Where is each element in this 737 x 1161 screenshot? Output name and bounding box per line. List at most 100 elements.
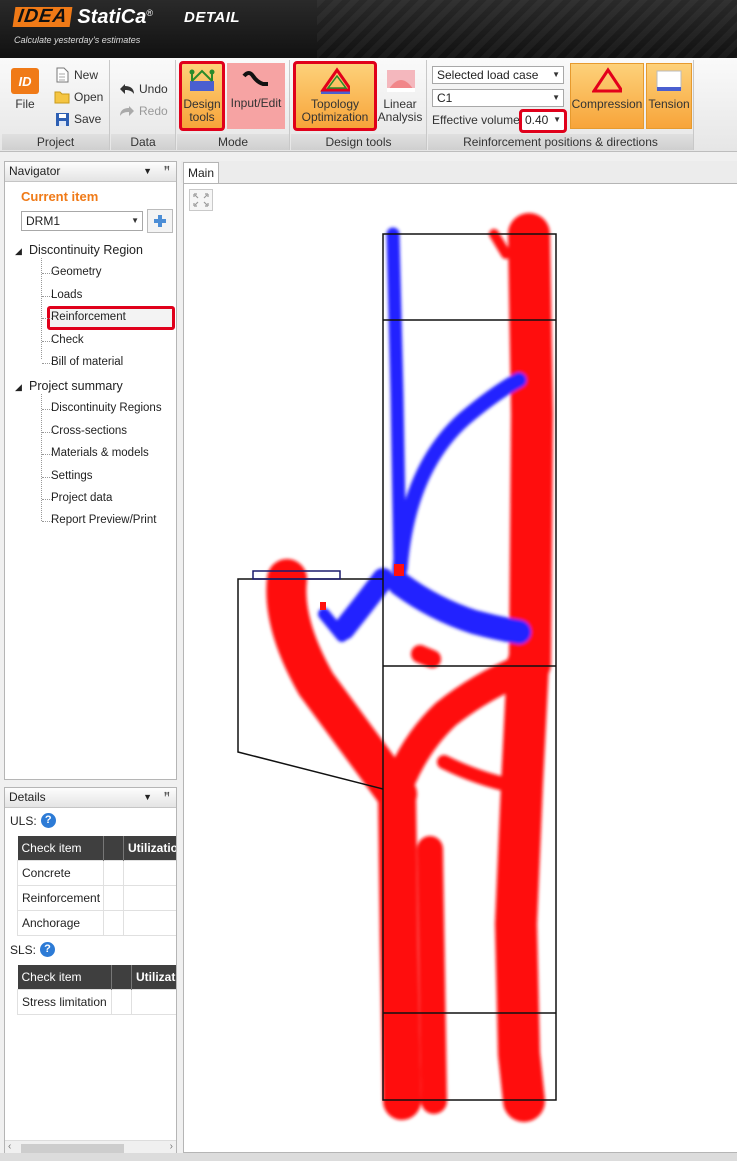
design-tools-mode-button[interactable]: Design tools xyxy=(179,61,225,131)
topology-triangle-icon xyxy=(320,66,350,96)
details-title-bar: Details ▼ ꟸ xyxy=(5,788,176,808)
effective-volume-label: Effective volume xyxy=(432,113,520,127)
tree-item-loads[interactable]: Loads xyxy=(51,289,82,301)
stress-spot xyxy=(320,602,326,610)
uls-table: Check item Utilizatio Concrete Reinforce… xyxy=(17,836,176,936)
tree-item-project-data[interactable]: Project data xyxy=(51,492,112,504)
chevron-down-icon: ▼ xyxy=(131,216,139,225)
panel-menu-icon[interactable]: ▼ xyxy=(143,788,152,807)
tree-item-reinforcement[interactable]: Reinforcement xyxy=(51,311,126,323)
group-label-project: Project xyxy=(2,134,109,150)
ribbon-toolbar: ID File New Open Save Project Undo Redo … xyxy=(0,58,737,152)
group-label-reinforcement: Reinforcement positions & directions xyxy=(428,134,693,150)
navigator-title-bar: Navigator ▼ ꟸ xyxy=(5,162,176,182)
table-cell: Reinforcement xyxy=(17,884,104,911)
group-label-data: Data xyxy=(111,134,175,150)
column-header[interactable]: Check item xyxy=(17,965,112,989)
group-label-mode: Mode xyxy=(177,134,289,150)
tree-discontinuity-region[interactable]: ◢ Discontinuity Region xyxy=(15,243,143,257)
ribbon-group-data: Undo Redo Data xyxy=(111,60,176,150)
file-button[interactable]: ID File xyxy=(4,64,46,128)
tree-item-check[interactable]: Check xyxy=(51,334,84,346)
tab-main[interactable]: Main xyxy=(183,162,219,184)
details-panel: Details ▼ ꟸ ULS: ? Check item Utilizatio… xyxy=(4,787,177,1157)
main-canvas[interactable] xyxy=(183,183,737,1153)
table-row[interactable]: Reinforcement xyxy=(17,884,176,911)
current-item-select[interactable]: DRM1 ▼ xyxy=(21,211,143,231)
table-row[interactable]: Anchorage xyxy=(17,909,176,936)
tree-item-cross-sections[interactable]: Cross-sections xyxy=(51,425,127,437)
stress-spot xyxy=(394,564,404,576)
column-header[interactable] xyxy=(103,836,124,860)
header-decoration xyxy=(317,0,737,58)
linear-analysis-button[interactable]: Linear Analysis xyxy=(377,64,423,128)
table-header-row: Check item Utilizat xyxy=(17,965,176,989)
tree-item-report-preview[interactable]: Report Preview/Print xyxy=(51,514,156,526)
help-icon[interactable]: ? xyxy=(40,813,56,828)
redo-button[interactable]: Redo xyxy=(119,102,168,120)
pin-icon[interactable]: ꟸ xyxy=(164,162,170,181)
compression-flow xyxy=(266,213,553,1122)
table-row[interactable]: Stress limitation xyxy=(17,988,176,1015)
help-icon[interactable]: ? xyxy=(40,942,56,957)
tree-item-discontinuity-regions[interactable]: Discontinuity Regions xyxy=(51,402,162,414)
effective-volume-value: 0.40 xyxy=(525,113,549,127)
tension-flow xyxy=(318,227,531,644)
svg-text:ID: ID xyxy=(19,74,33,89)
redo-icon xyxy=(119,103,135,119)
tree-connector xyxy=(41,394,42,521)
save-button[interactable]: Save xyxy=(54,110,101,128)
uls-label: ULS: xyxy=(10,813,37,828)
input-edit-icon xyxy=(241,65,271,95)
open-label: Open xyxy=(74,90,104,104)
panel-menu-icon[interactable]: ▼ xyxy=(143,162,152,181)
table-row[interactable]: Concrete xyxy=(17,859,176,886)
undo-button[interactable]: Undo xyxy=(119,80,168,98)
topology-optimization-view[interactable] xyxy=(184,184,737,1154)
sls-section-label: SLS: ? xyxy=(10,942,56,957)
load-case-mode-select[interactable]: Selected load case ▼ xyxy=(432,66,564,84)
load-case-value: C1 xyxy=(437,91,453,105)
design-tools-icon xyxy=(187,66,217,96)
expand-triangle-icon: ◢ xyxy=(15,246,22,256)
redo-label: Redo xyxy=(139,104,168,118)
column-header[interactable]: Utilizat xyxy=(131,965,176,989)
uls-section-label: ULS: ? xyxy=(10,813,56,828)
tree-item-materials-models[interactable]: Materials & models xyxy=(51,447,149,459)
input-edit-mode-button[interactable]: Input/Edit xyxy=(227,63,285,129)
tree-item-settings[interactable]: Settings xyxy=(51,470,93,482)
load-case-select[interactable]: C1 ▼ xyxy=(432,89,564,107)
pin-icon[interactable]: ꟸ xyxy=(164,788,170,807)
tension-label: Tension xyxy=(648,97,690,111)
scroll-left-icon[interactable]: ‹ xyxy=(8,1141,11,1152)
column-header[interactable]: Check item xyxy=(17,836,104,860)
topology-optimization-button[interactable]: Topology Optimization xyxy=(293,61,377,131)
file-icon: ID xyxy=(10,66,40,96)
effective-volume-select[interactable]: 0.40 ▼ xyxy=(519,109,567,133)
status-strip xyxy=(0,1153,737,1161)
tree-item-bill-of-material[interactable]: Bill of material xyxy=(51,356,123,368)
open-button[interactable]: Open xyxy=(54,88,103,106)
add-item-button[interactable] xyxy=(147,209,173,233)
column-header[interactable]: Utilizatio xyxy=(123,836,176,860)
compression-triangle-icon xyxy=(592,66,622,96)
document-tab-bar: Main xyxy=(181,161,737,184)
load-case-mode-value: Selected load case xyxy=(437,68,539,82)
compression-button[interactable]: Compression xyxy=(570,63,644,129)
file-label: File xyxy=(15,97,35,111)
tension-button[interactable]: Tension xyxy=(646,63,692,129)
tree-item-geometry[interactable]: Geometry xyxy=(51,266,102,278)
sls-table: Check item Utilizat Stress limitation xyxy=(17,965,176,1015)
new-button[interactable]: New xyxy=(54,66,98,84)
scroll-right-icon[interactable]: › xyxy=(170,1141,173,1152)
design-tools-label: Design tools xyxy=(183,97,221,124)
app-header: IDEA StatiCa ® DETAIL Calculate yesterda… xyxy=(0,0,737,58)
table-header-row: Check item Utilizatio xyxy=(17,836,176,860)
expand-triangle-icon: ◢ xyxy=(15,382,22,392)
logo-idea-mark: IDEA xyxy=(12,6,73,27)
table-cell: Anchorage xyxy=(17,909,104,936)
column-header[interactable] xyxy=(111,965,132,989)
tree-section-label: Project summary xyxy=(29,379,123,393)
chevron-down-icon: ▼ xyxy=(552,93,560,102)
tree-project-summary[interactable]: ◢ Project summary xyxy=(15,379,123,393)
